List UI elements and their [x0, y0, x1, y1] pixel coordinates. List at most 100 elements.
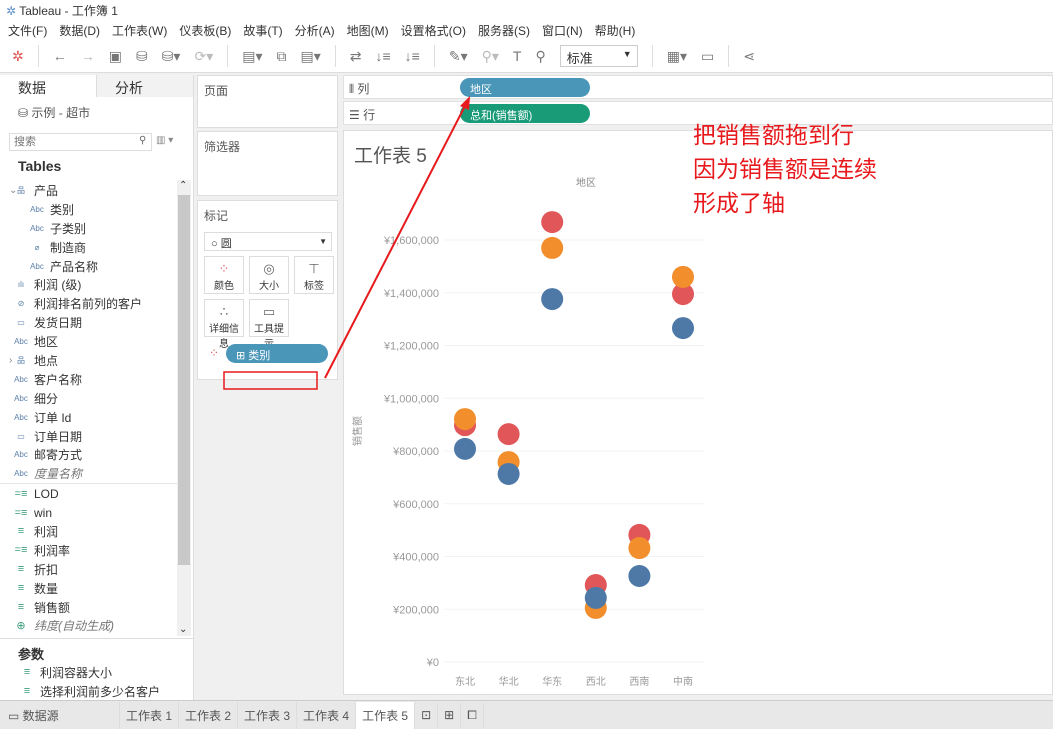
menu-item[interactable]: 地图(M) — [347, 22, 389, 38]
new-dashboard-icon[interactable]: ⊞ — [438, 703, 462, 727]
sheet-tab[interactable]: 工作表 1 — [120, 701, 180, 729]
field-item[interactable]: =≡ LOD — [0, 484, 177, 503]
field-item[interactable]: › 品地点 — [0, 351, 177, 370]
clear-sheet-icon[interactable]: ▤▾ — [301, 48, 321, 65]
field-item[interactable]: ⌄ 品产品 — [0, 181, 177, 200]
abc-icon: Abc — [30, 223, 44, 233]
save-icon[interactable]: ▣ — [109, 48, 122, 65]
data-point — [497, 423, 520, 446]
sheet-tab[interactable]: 工作表 3 — [238, 701, 298, 729]
filters-card[interactable]: 筛选器 — [197, 131, 338, 196]
duplicate-sheet-icon[interactable]: ⧉ — [277, 48, 287, 65]
sheet-tab[interactable]: 工作表 5 — [356, 701, 416, 729]
datasource-item[interactable]: ⛁ 示例 - 超市 — [18, 104, 90, 121]
expand-icon[interactable]: ⌄ — [9, 185, 17, 196]
sheet-tab[interactable]: 工作表 4 — [297, 701, 357, 729]
new-sheet-icon[interactable]: ▤▾ — [242, 48, 262, 65]
search-input[interactable] — [9, 133, 152, 151]
size-button[interactable]: ◎ 大小 — [249, 256, 289, 294]
group-icon[interactable]: ⚲▾ — [482, 48, 499, 65]
menu-item[interactable]: 分析(A) — [295, 22, 335, 38]
scroll-down-icon[interactable]: ⌄ — [179, 624, 187, 635]
back-icon[interactable]: ← — [53, 48, 67, 64]
marks-card: 标记 ○ 圆▼ ⁘颜色 ◎大小 ⊤标签 ∴详细信息 ▭工具提示 ⁘ ⊞ 类别 — [197, 200, 338, 380]
highlight-icon[interactable]: ✎▾ — [449, 48, 468, 65]
share-icon[interactable]: ⋖ — [743, 48, 755, 65]
pin-icon[interactable]: ⚲ — [535, 48, 545, 65]
menu-item[interactable]: 窗口(N) — [542, 22, 583, 38]
pause-update-icon[interactable]: ⛁▾ — [162, 48, 181, 65]
field-item[interactable]: Abc 订单 Id — [0, 408, 177, 427]
refresh-icon[interactable]: ⟳▾ — [194, 48, 213, 65]
tooltip-button[interactable]: ▭工具提示 — [249, 299, 289, 350]
field-item[interactable]: ≡ 销售额 — [0, 598, 177, 617]
scroll-up-icon[interactable]: ⌃ — [179, 180, 187, 191]
view-toggle-icon[interactable]: ▥ ▾ — [156, 135, 173, 146]
field-item[interactable]: ▭ 订单日期 — [0, 427, 177, 446]
scrollbar-thumb[interactable] — [178, 195, 190, 565]
field-item[interactable]: ılı 利润 (级) — [0, 275, 177, 294]
parameter-item[interactable]: ≡ 选择利润前多少名客户 — [18, 682, 160, 701]
new-datasource-icon[interactable]: ⛁ — [136, 48, 148, 65]
x-tick-label: 东北 — [455, 675, 475, 688]
field-item[interactable]: =≡ 利润率 — [0, 541, 177, 560]
field-item[interactable]: Abc 类别 — [0, 200, 177, 219]
show-me-icon[interactable]: ▦▾ — [667, 48, 687, 65]
forward-icon[interactable]: → — [81, 48, 95, 64]
menu-item[interactable]: 数据(D) — [59, 22, 100, 38]
field-item[interactable]: ≡ 折扣 — [0, 560, 177, 579]
datasource-tab[interactable]: ▭ 数据源 — [0, 701, 120, 729]
menu-item[interactable]: 帮助(H) — [595, 22, 636, 38]
data-panel: 数据 分析 ⛁ 示例 - 超市 ⚲ ▥ ▾ Tables ⌄品产品Abc类别Ab… — [0, 75, 194, 700]
tab-data[interactable]: 数据 — [0, 75, 96, 97]
parameter-item[interactable]: ≡ 利润容器大小 — [18, 663, 160, 682]
field-item[interactable]: ▭ 发货日期 — [0, 313, 177, 332]
detail-button[interactable]: ∴ 详细信息 — [204, 299, 244, 350]
menu-item[interactable]: 仪表板(B) — [179, 22, 231, 38]
field-item[interactable]: Abc 细分 — [0, 389, 177, 408]
sort-desc-icon[interactable]: ↓≡ — [405, 48, 420, 64]
swap-icon[interactable]: ⇄ — [350, 48, 362, 65]
rows-shelf-label: ☰ 行 — [349, 108, 376, 122]
new-worksheet-icon[interactable]: ⊡ — [415, 703, 439, 727]
columns-shelf[interactable]: ⫴ 列 地区 — [343, 75, 1053, 99]
label-button[interactable]: ⊤ 标签 — [294, 256, 334, 294]
field-item[interactable]: Abc 产品名称 — [0, 257, 177, 276]
color-button[interactable]: ⁘ 颜色 — [204, 256, 244, 294]
field-item[interactable]: ⌀ 制造商 — [0, 238, 177, 257]
tableau-home-icon[interactable]: ✲ — [12, 48, 24, 65]
sum-sales-pill[interactable]: 总和(销售额) — [460, 104, 590, 123]
field-item[interactable]: ⊕ 纬度(自动生成) — [0, 616, 177, 635]
menu-item[interactable]: 设置格式(O) — [401, 22, 466, 38]
field-item[interactable]: Abc 客户名称 — [0, 370, 177, 389]
labels-icon[interactable]: T — [513, 48, 522, 64]
field-item[interactable]: ⊘ 利润排名前列的客户 — [0, 294, 177, 313]
new-story-icon[interactable]: ⧠ — [461, 702, 484, 728]
field-item[interactable]: Abc 子类别 — [0, 219, 177, 238]
field-item[interactable]: Abc 邮寄方式 — [0, 445, 177, 464]
field-item[interactable]: Abc 度量名称 — [0, 464, 177, 483]
presentation-icon[interactable]: ▭ — [701, 48, 714, 65]
expand-icon[interactable]: › — [9, 355, 12, 366]
pages-card[interactable]: 页面 — [197, 75, 338, 128]
field-item[interactable]: =≡ win — [0, 503, 177, 522]
menu-item[interactable]: 服务器(S) — [478, 22, 530, 38]
field-item[interactable]: ≡ 数量 — [0, 579, 177, 598]
field-item[interactable]: Abc 地区 — [0, 332, 177, 351]
marks-title: 标记 — [204, 209, 229, 223]
y-tick-label: ¥400,000 — [392, 552, 439, 564]
region-pill[interactable]: 地区 — [460, 78, 590, 97]
fit-select[interactable]: 标准 ▼ — [559, 45, 638, 67]
y-tick-label: ¥0 — [426, 657, 439, 669]
menu-item[interactable]: 故事(T) — [243, 22, 282, 38]
category-color-pill[interactable]: ⊞ 类别 — [226, 344, 328, 363]
menu-item[interactable]: 文件(F) — [8, 22, 47, 38]
mark-type-select[interactable]: ○ 圆 ▼ — [204, 232, 332, 251]
field-item[interactable]: ≡ 利润 — [0, 522, 177, 541]
menu-item[interactable]: 工作表(W) — [112, 22, 167, 38]
sort-asc-icon[interactable]: ↓≡ — [376, 48, 391, 64]
sheet-tab[interactable]: 工作表 2 — [179, 701, 239, 729]
tab-analysis[interactable]: 分析 — [96, 75, 193, 97]
window-title: Tableau - 工作簿 1 — [19, 4, 118, 18]
geo-icon: ⊕ — [16, 620, 26, 633]
